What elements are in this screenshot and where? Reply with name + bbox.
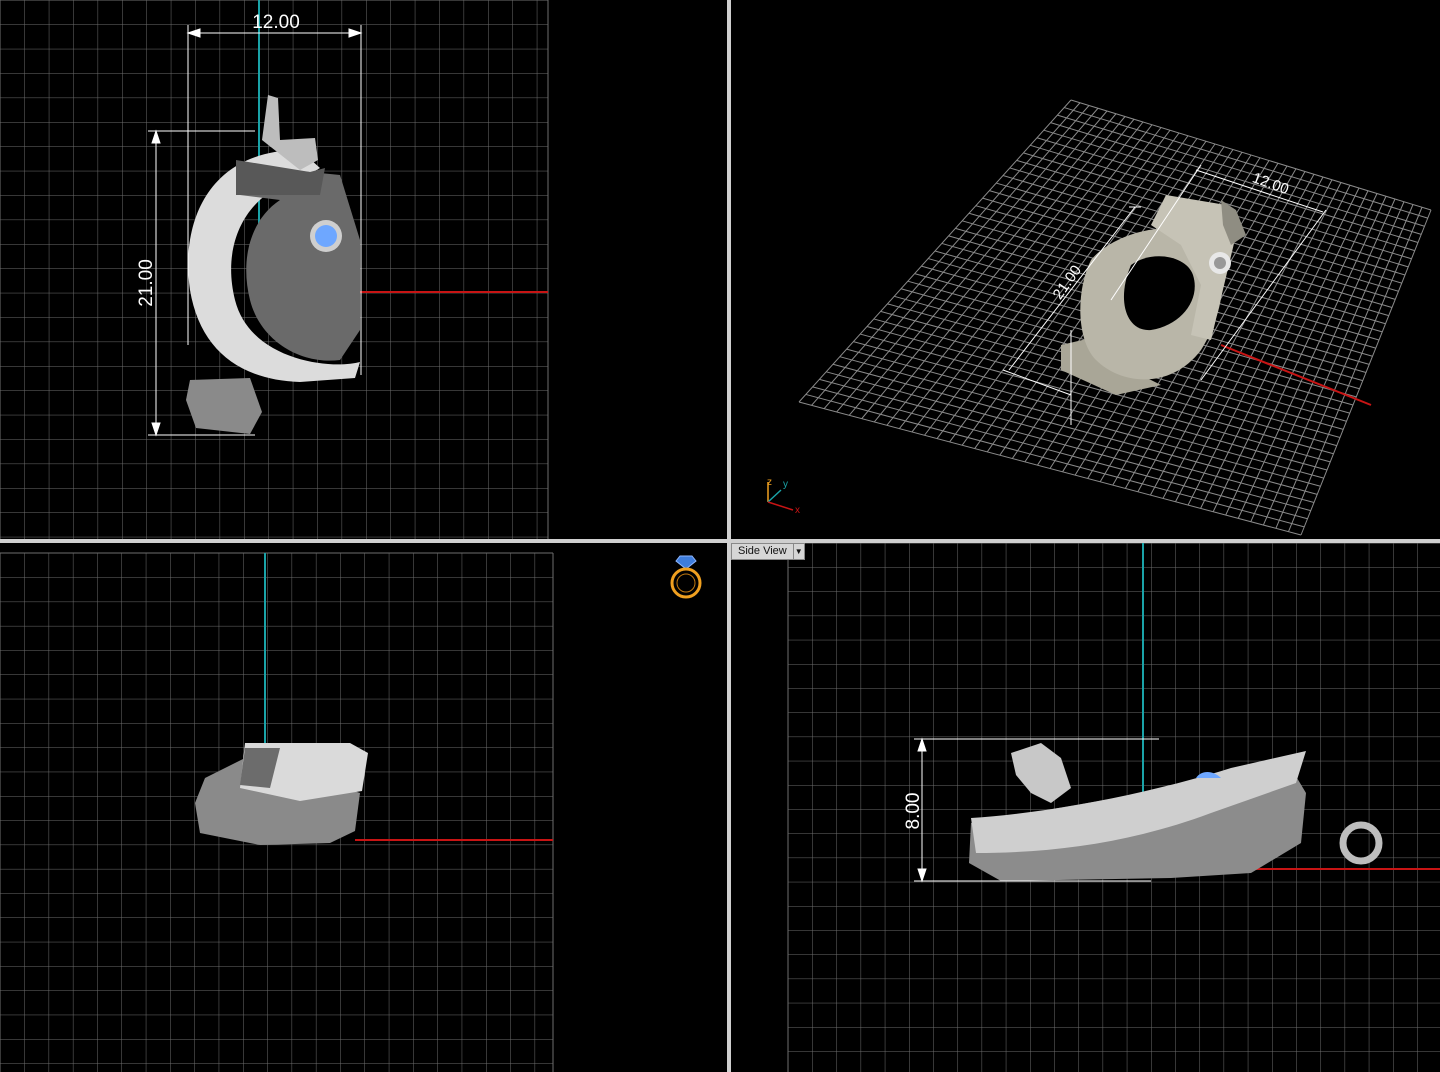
- view-menu[interactable]: Side View ▼: [731, 543, 805, 560]
- height-label: 8.00: [903, 793, 924, 830]
- y-axis-label: y: [783, 479, 788, 490]
- front-viewport[interactable]: [0, 543, 727, 1072]
- pendant-model[interactable]: [1061, 195, 1246, 395]
- viewport-splitter-vertical[interactable]: [727, 0, 731, 1072]
- height-label: 21.00: [136, 259, 157, 307]
- x-axis-label: x: [795, 505, 800, 516]
- side-viewport-canvas[interactable]: 8.00: [731, 543, 1440, 1072]
- width-label: 12.00: [252, 12, 300, 33]
- chevron-down-icon[interactable]: ▼: [793, 543, 805, 560]
- view-menu-label[interactable]: Side View: [731, 543, 794, 560]
- top-viewport-canvas[interactable]: 12.00 21.00: [0, 0, 727, 539]
- side-viewport[interactable]: 8.00 Side View ▼: [731, 543, 1440, 1072]
- z-axis-label: z: [767, 477, 772, 488]
- front-viewport-canvas[interactable]: [0, 543, 727, 1072]
- top-viewport[interactable]: 12.00 21.00: [0, 0, 727, 539]
- ring-logo-icon[interactable]: [668, 553, 704, 601]
- perspective-viewport-canvas[interactable]: 12.00 21.00 z y x: [731, 0, 1440, 539]
- axis-indicator: z y x: [767, 477, 800, 516]
- viewport-splitter-horizontal[interactable]: [0, 539, 1440, 543]
- gem: [315, 225, 337, 247]
- perspective-viewport[interactable]: 12.00 21.00 z y x: [731, 0, 1440, 539]
